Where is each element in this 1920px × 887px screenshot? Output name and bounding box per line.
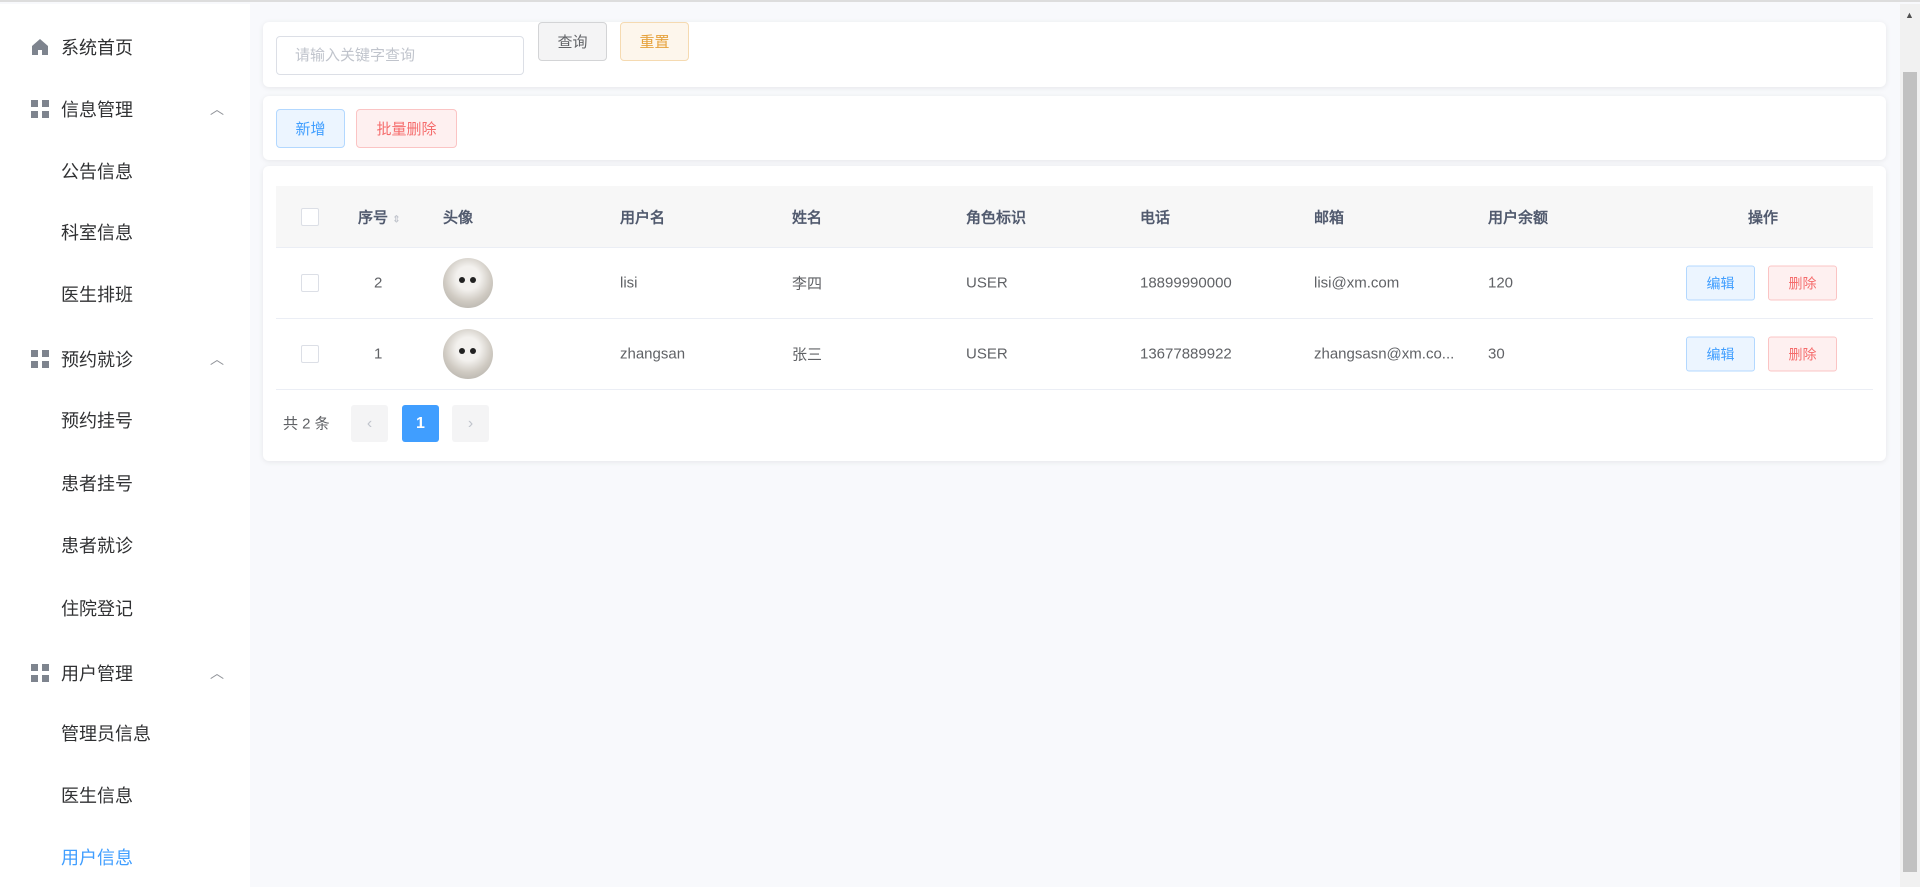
scrollbar[interactable]: ▲ [1900, 4, 1920, 887]
sidebar-item-registration[interactable]: 患者挂号 [0, 453, 250, 513]
header-avatar: 头像 [443, 209, 474, 226]
reset-button[interactable]: 重置 [620, 22, 689, 61]
sidebar-item-hospitalization[interactable]: 住院登记 [0, 578, 250, 638]
sidebar-item-label: 用户信息 [61, 848, 133, 868]
delete-button[interactable]: 删除 [1768, 336, 1837, 372]
sidebar-item-home[interactable]: 系统首页 [0, 17, 250, 77]
search-card: 查询 重置 [263, 22, 1886, 87]
sidebar-item-label: 预约就诊 [61, 350, 133, 370]
grid-icon [31, 350, 49, 368]
sidebar: 系统首页 信息管理 ︿ 公告信息 科室信息 医生排班 预约就诊 ︿ 预约挂号 患… [0, 4, 250, 887]
batch-delete-button[interactable]: 批量删除 [356, 109, 457, 148]
add-button[interactable]: 新增 [276, 109, 345, 148]
sidebar-item-label: 信息管理 [61, 100, 133, 120]
avatar [443, 258, 493, 308]
table-card: 序号 ⇕ 头像 用户名 姓名 角色标识 电话 邮箱 用户余额 操作 2 lisi… [263, 166, 1886, 461]
sidebar-item-label: 管理员信息 [61, 724, 151, 744]
cell-role: USER [966, 345, 1008, 363]
cell-email: zhangsasn@xm.co... [1314, 345, 1455, 363]
chevron-left-icon: ‹ [366, 414, 373, 432]
scroll-up-icon[interactable]: ▲ [1905, 10, 1914, 20]
sidebar-item-doctor[interactable]: 医生信息 [0, 765, 250, 825]
sidebar-item-user[interactable]: 用户信息 [0, 827, 250, 887]
cell-id: 1 [374, 345, 383, 363]
sidebar-item-label: 患者挂号 [61, 474, 133, 494]
edit-button[interactable]: 编辑 [1686, 336, 1755, 372]
sort-icon[interactable]: ⇕ [392, 214, 400, 225]
sidebar-item-notice[interactable]: 公告信息 [0, 141, 250, 201]
sidebar-item-label: 系统首页 [61, 38, 133, 58]
cell-role: USER [966, 274, 1008, 292]
home-icon [32, 39, 48, 55]
next-page-button[interactable]: › [452, 405, 489, 442]
sidebar-item-label: 患者就诊 [61, 536, 133, 556]
cell-name: 李四 [792, 275, 823, 293]
sidebar-item-visit[interactable]: 患者就诊 [0, 515, 250, 575]
edit-button[interactable]: 编辑 [1686, 265, 1755, 301]
sidebar-item-label: 医生信息 [61, 786, 133, 806]
cell-username: lisi [620, 274, 638, 292]
search-input[interactable] [276, 36, 524, 75]
table-header: 序号 ⇕ 头像 用户名 姓名 角色标识 电话 邮箱 用户余额 操作 [276, 186, 1873, 248]
header-email: 邮箱 [1314, 209, 1345, 226]
cell-phone: 13677889922 [1140, 345, 1232, 363]
header-role: 角色标识 [966, 209, 1027, 226]
cell-email: lisi@xm.com [1314, 274, 1400, 292]
sidebar-item-label: 预约挂号 [61, 411, 133, 431]
sidebar-item-label: 住院登记 [61, 599, 133, 619]
sidebar-group-info[interactable]: 信息管理 ︿ [0, 79, 250, 139]
table-row: 2 lisi 李四 USER 18899990000 lisi@xm.com 1… [276, 248, 1873, 319]
header-id[interactable]: 序号 ⇕ [358, 206, 401, 227]
select-all-checkbox[interactable] [301, 207, 319, 226]
cell-phone: 18899990000 [1140, 274, 1232, 292]
action-card: 新增 批量删除 [263, 96, 1886, 160]
row-checkbox[interactable] [301, 274, 319, 292]
row-checkbox[interactable] [301, 345, 319, 363]
sidebar-group-appointment[interactable]: 预约就诊 ︿ [0, 329, 250, 389]
grid-icon [31, 664, 49, 682]
sidebar-item-label: 科室信息 [61, 223, 133, 243]
sidebar-item-label: 用户管理 [61, 664, 133, 684]
cell-name: 张三 [792, 346, 823, 364]
chevron-right-icon: › [467, 414, 474, 432]
header-name: 姓名 [792, 209, 823, 226]
chevron-up-icon: ︿ [210, 351, 224, 367]
cell-balance: 30 [1488, 345, 1505, 363]
sidebar-item-department[interactable]: 科室信息 [0, 202, 250, 262]
chevron-up-icon: ︿ [210, 101, 224, 117]
scrollbar-thumb[interactable] [1903, 72, 1917, 872]
cell-username: zhangsan [620, 345, 686, 363]
delete-button[interactable]: 删除 [1768, 265, 1837, 301]
sidebar-item-schedule[interactable]: 医生排班 [0, 264, 250, 324]
pagination-total: 共 2 条 [283, 415, 330, 433]
sidebar-item-booking[interactable]: 预约挂号 [0, 390, 250, 450]
cell-id: 2 [374, 274, 383, 292]
header-actions: 操作 [1748, 209, 1779, 226]
cell-balance: 120 [1488, 274, 1514, 292]
page-1-button[interactable]: 1 [402, 405, 439, 442]
table-row: 1 zhangsan 张三 USER 13677889922 zhangsasn… [276, 319, 1873, 390]
sidebar-item-label: 医生排班 [61, 285, 133, 305]
prev-page-button[interactable]: ‹ [351, 405, 388, 442]
chevron-up-icon: ︿ [210, 665, 224, 681]
grid-icon [31, 100, 49, 118]
header-label: 序号 [358, 209, 389, 226]
sidebar-item-admin[interactable]: 管理员信息 [0, 703, 250, 763]
header-phone: 电话 [1140, 209, 1171, 226]
query-button[interactable]: 查询 [538, 22, 607, 61]
avatar [443, 329, 493, 379]
header-balance: 用户余额 [1488, 209, 1549, 226]
sidebar-item-label: 公告信息 [61, 162, 133, 182]
sidebar-group-users[interactable]: 用户管理 ︿ [0, 643, 250, 703]
header-username: 用户名 [620, 209, 666, 226]
